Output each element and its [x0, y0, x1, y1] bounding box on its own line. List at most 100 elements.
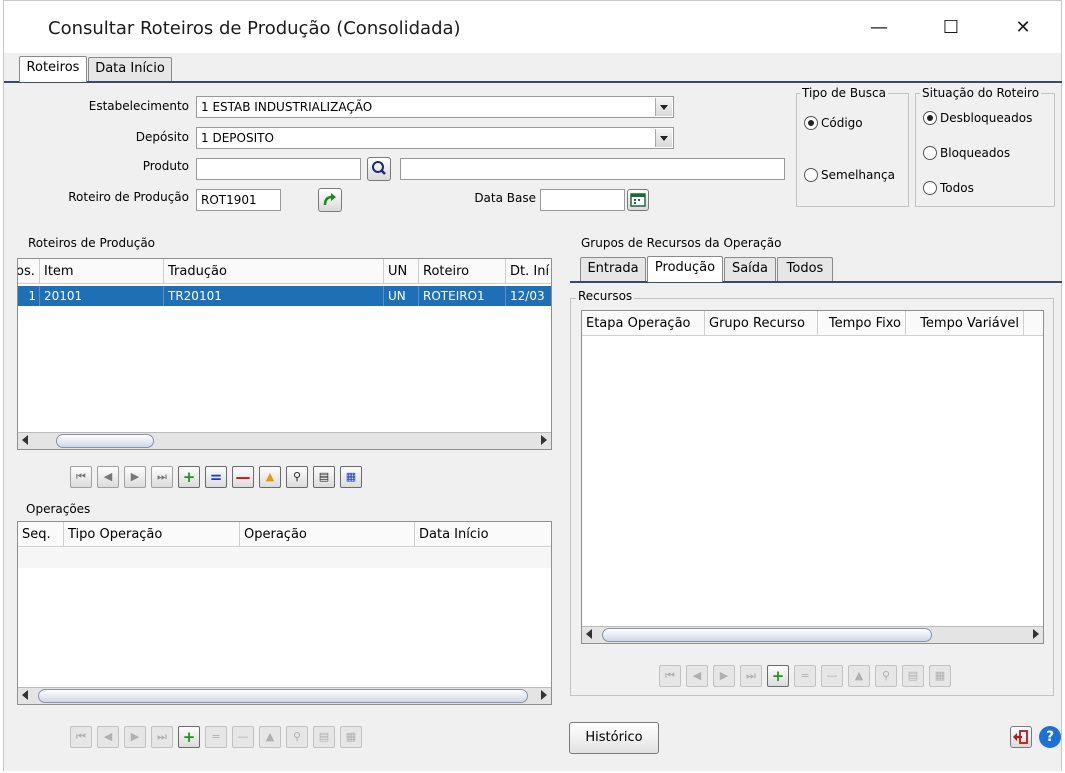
- operacoes-grid-title: Operações: [26, 502, 91, 516]
- calendar-button[interactable]: [627, 189, 649, 211]
- help-icon[interactable]: ?: [1039, 726, 1061, 748]
- add-button[interactable]: +: [767, 665, 789, 687]
- table-row[interactable]: 1 20101 TR20101 UN ROTEIRO1 12/03: [18, 286, 551, 306]
- chevron-down-icon[interactable]: [655, 98, 672, 116]
- estabelecimento-combo[interactable]: 1 ESTAB INDUSTRIALIZAÇÃO: [196, 96, 674, 118]
- add-button[interactable]: +: [178, 726, 200, 748]
- first-record-button[interactable]: ⏮: [70, 726, 92, 748]
- radio-codigo[interactable]: Código: [804, 116, 863, 130]
- delete-button[interactable]: —: [232, 726, 254, 748]
- scroll-right-icon[interactable]: [541, 690, 547, 700]
- next-record-button[interactable]: ▶: [713, 665, 735, 687]
- recursos-grid[interactable]: Etapa Operação Grupo Recurso Tempo Fixo …: [581, 310, 1044, 644]
- scroll-left-icon[interactable]: [586, 629, 592, 639]
- exit-button[interactable]: [1010, 726, 1032, 748]
- list-button[interactable]: ▤: [313, 726, 335, 748]
- list-icon: ▤: [907, 669, 919, 682]
- operacoes-hscrollbar[interactable]: [18, 687, 551, 704]
- chevron-down-icon[interactable]: [655, 129, 672, 147]
- data-base-input[interactable]: [540, 189, 625, 211]
- minimize-icon[interactable]: —: [857, 11, 901, 45]
- prev-record-button[interactable]: ◀: [686, 665, 708, 687]
- roteiros-grid[interactable]: os. Item Tradução UN Roteiro Dt. Iní 1 2…: [17, 258, 552, 450]
- last-record-button[interactable]: ⏭: [151, 726, 173, 748]
- deposito-combo[interactable]: 1 DEPOSITO: [196, 127, 674, 149]
- recursos-grid-header: Etapa Operação Grupo Recurso Tempo Fixo …: [582, 311, 1043, 336]
- col-etapa-operacao[interactable]: Etapa Operação: [582, 311, 705, 336]
- tab-data-inicio[interactable]: Data Início: [88, 57, 172, 81]
- tab-todos[interactable]: Todos: [777, 257, 833, 281]
- col-tempo-variavel[interactable]: Tempo Variável: [906, 311, 1024, 336]
- produto-input[interactable]: [196, 158, 361, 180]
- col-un[interactable]: UN: [384, 259, 419, 284]
- col-item[interactable]: Item: [40, 259, 164, 284]
- tipo-busca-title: Tipo de Busca: [800, 86, 888, 100]
- scroll-thumb[interactable]: [602, 628, 932, 642]
- col-roteiro[interactable]: Roteiro: [419, 259, 506, 284]
- copy-button[interactable]: ▲: [259, 726, 281, 748]
- go-button[interactable]: [318, 188, 342, 212]
- radio-bloqueados[interactable]: Bloqueados: [923, 146, 1010, 160]
- situacao-title: Situação do Roteiro: [920, 86, 1042, 100]
- zoom-button[interactable]: ⚲: [875, 665, 897, 687]
- last-record-button[interactable]: ⏭: [151, 466, 173, 488]
- edit-button[interactable]: =: [205, 726, 227, 748]
- col-data-inicio[interactable]: Data Início: [415, 522, 551, 547]
- roteiros-hscrollbar[interactable]: [18, 432, 551, 449]
- col-grupo-recurso[interactable]: Grupo Recurso: [705, 311, 818, 336]
- edit-button[interactable]: =: [794, 665, 816, 687]
- add-button[interactable]: +: [178, 466, 200, 488]
- next-record-button[interactable]: ▶: [124, 466, 146, 488]
- scroll-thumb[interactable]: [38, 689, 528, 703]
- historico-button[interactable]: Histórico: [569, 722, 659, 754]
- copy-button[interactable]: ▲: [848, 665, 870, 687]
- search-icon: [372, 161, 386, 175]
- scroll-left-icon[interactable]: [22, 690, 28, 700]
- zoom-button[interactable]: ⚲: [286, 466, 308, 488]
- export-button[interactable]: ▦: [340, 726, 362, 748]
- zoom-button[interactable]: ⚲: [286, 726, 308, 748]
- export-button[interactable]: ▦: [340, 466, 362, 488]
- prev-record-button[interactable]: ◀: [97, 466, 119, 488]
- export-button[interactable]: ▦: [929, 665, 951, 687]
- col-tempo-fixo[interactable]: Tempo Fixo: [818, 311, 906, 336]
- scroll-thumb[interactable]: [56, 434, 154, 448]
- col-tipo-operacao[interactable]: Tipo Operação: [64, 522, 240, 547]
- radio-selected-icon: [804, 116, 818, 130]
- tab-saida[interactable]: Saída: [724, 257, 776, 281]
- tab-producao[interactable]: Produção: [647, 256, 723, 282]
- tab-roteiros[interactable]: Roteiros: [19, 56, 87, 82]
- tab-entrada[interactable]: Entrada: [580, 257, 646, 281]
- edit-button[interactable]: =: [205, 466, 227, 488]
- radio-todos[interactable]: Todos: [923, 181, 974, 195]
- produto-description-input[interactable]: [400, 158, 785, 180]
- tab-underline: [4, 81, 1062, 83]
- cell-traducao: TR20101: [164, 286, 384, 306]
- first-record-button[interactable]: ⏮: [659, 665, 681, 687]
- list-button[interactable]: ▤: [902, 665, 924, 687]
- first-record-button[interactable]: ⏮: [70, 466, 92, 488]
- search-button[interactable]: [367, 157, 391, 181]
- operacoes-grid[interactable]: Seq. Tipo Operação Operação Data Início: [17, 521, 552, 705]
- col-seq[interactable]: Seq.: [18, 522, 64, 547]
- scroll-right-icon[interactable]: [1033, 629, 1039, 639]
- list-button[interactable]: ▤: [313, 466, 335, 488]
- radio-desbloqueados[interactable]: Desbloqueados: [923, 111, 1032, 125]
- scroll-left-icon[interactable]: [22, 435, 28, 445]
- next-record-button[interactable]: ▶: [124, 726, 146, 748]
- col-dt-inicio[interactable]: Dt. Iní: [506, 259, 551, 284]
- col-operacao[interactable]: Operação: [240, 522, 415, 547]
- delete-button[interactable]: —: [232, 466, 254, 488]
- prev-record-button[interactable]: ◀: [97, 726, 119, 748]
- col-os[interactable]: os.: [18, 259, 40, 284]
- col-traducao[interactable]: Tradução: [164, 259, 384, 284]
- maximize-icon[interactable]: ☐: [929, 11, 973, 45]
- recursos-hscrollbar[interactable]: [582, 626, 1043, 643]
- last-record-button[interactable]: ⏭: [740, 665, 762, 687]
- close-icon[interactable]: ✕: [1001, 11, 1045, 45]
- scroll-right-icon[interactable]: [541, 435, 547, 445]
- roteiro-input[interactable]: ROT1901: [196, 189, 281, 211]
- copy-button[interactable]: ▲: [259, 466, 281, 488]
- delete-button[interactable]: —: [821, 665, 843, 687]
- radio-semelhanca[interactable]: Semelhança: [804, 168, 895, 182]
